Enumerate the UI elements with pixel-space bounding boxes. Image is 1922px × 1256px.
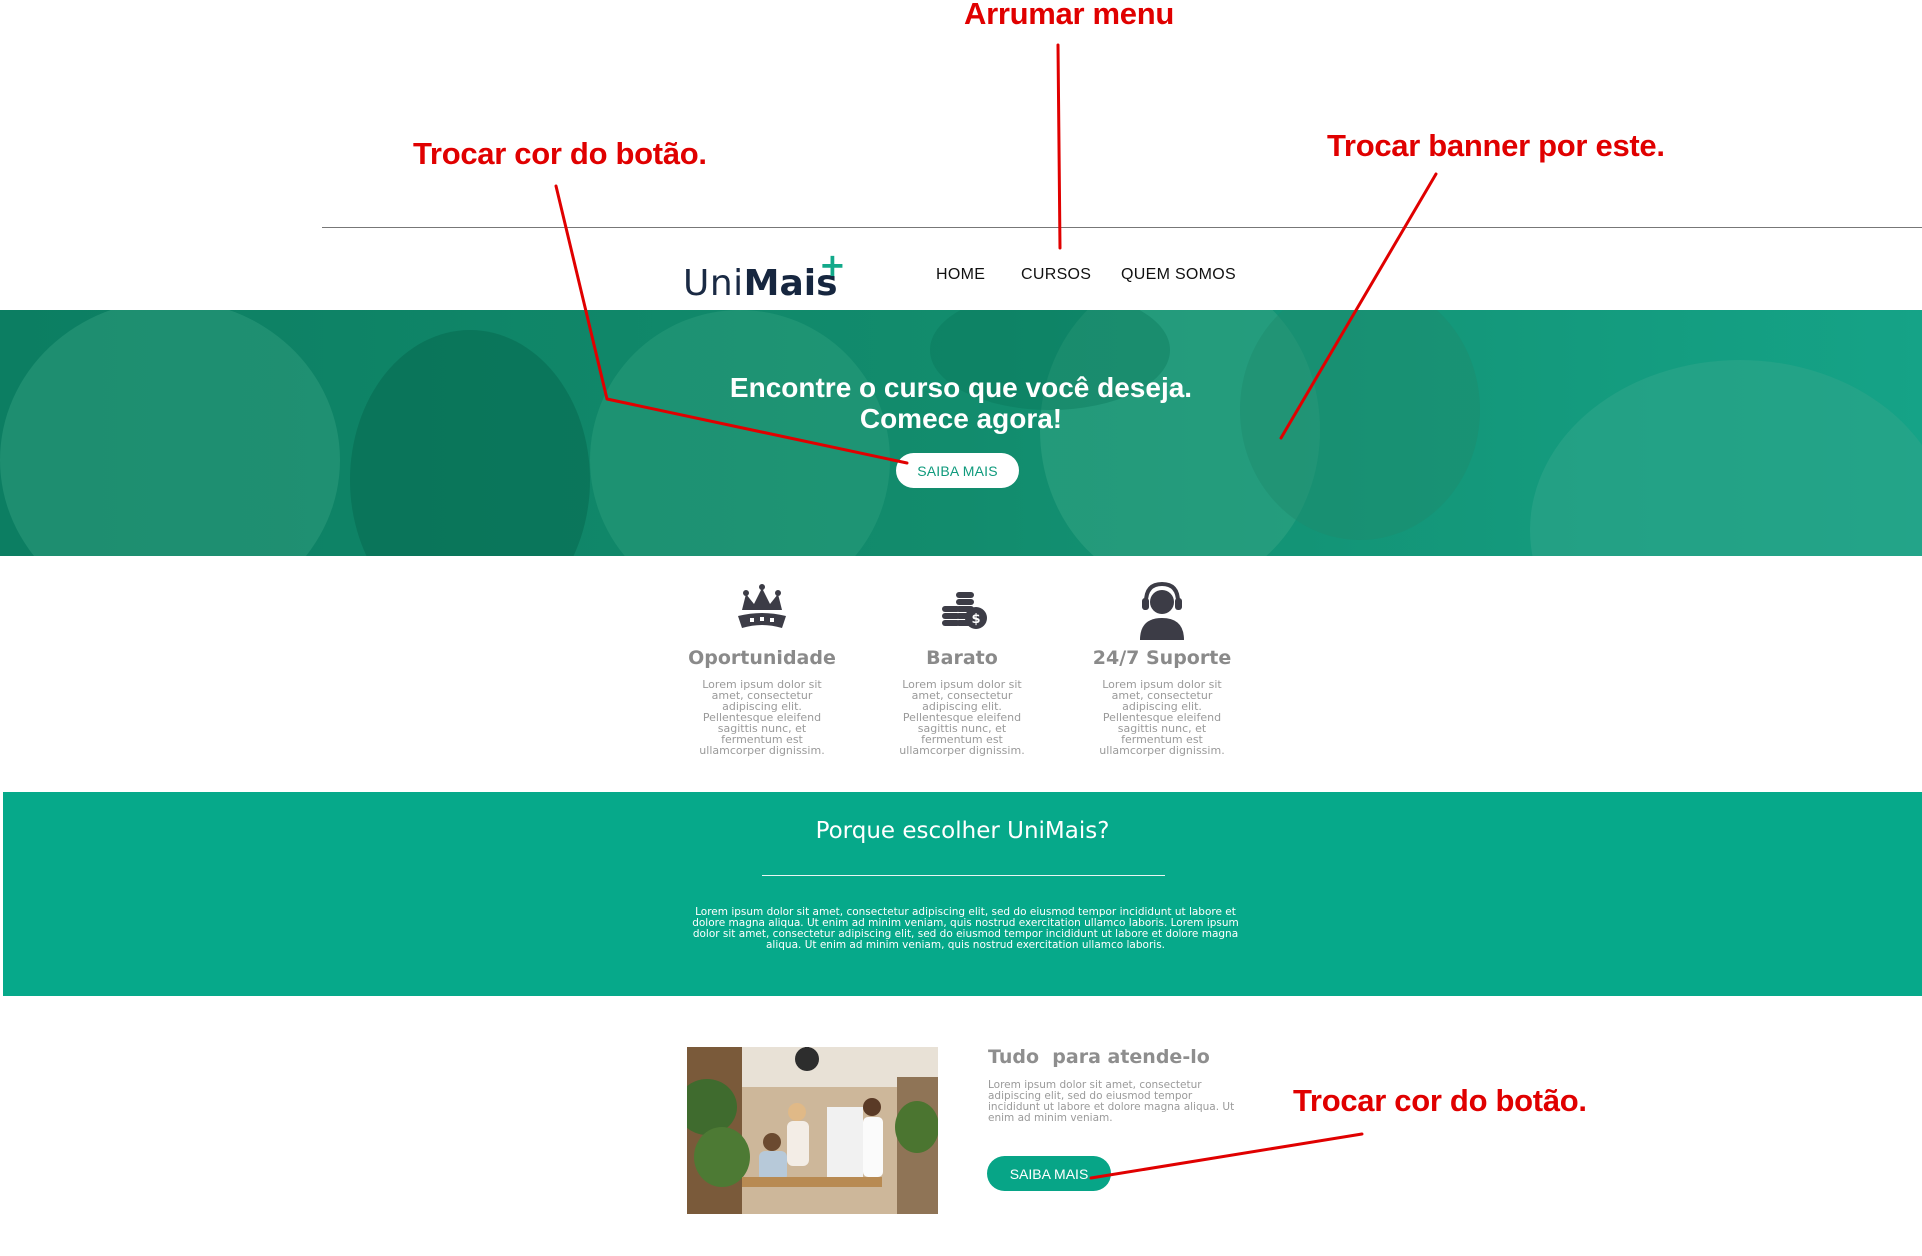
hero-title-line2: Comece agora! xyxy=(859,403,1063,434)
logo-plus-icon: + xyxy=(819,246,846,284)
feature-title: Barato xyxy=(926,647,998,669)
unimais-logo[interactable]: Uni Mais + xyxy=(683,246,846,304)
feature-barato: $ Barato Lorem ipsum dolor sit amet, con… xyxy=(882,580,1042,756)
feature-suporte: 24/7 Suporte Lorem ipsum dolor sit amet,… xyxy=(1082,580,1242,756)
annotation-change-banner: Trocar banner por este. xyxy=(1327,128,1665,163)
why-divider xyxy=(762,875,1165,876)
feature-oportunidade: Oportunidade Lorem ipsum dolor sit amet,… xyxy=(682,580,842,756)
svg-text:$: $ xyxy=(971,612,980,627)
hero-title: Encontre o curso que você deseja. Comece… xyxy=(0,372,1922,434)
nav-quem-somos[interactable]: QUEM SOMOS xyxy=(1121,266,1236,284)
annotation-fix-menu: Arrumar menu xyxy=(964,0,1175,31)
hero-saiba-mais-button[interactable]: SAIBA MAIS xyxy=(896,453,1019,488)
feature-text: Lorem ipsum dolor sit amet, consectetur … xyxy=(699,678,825,757)
arrow-button-color-bottom xyxy=(1089,1132,1364,1180)
feature-text: Lorem ipsum dolor sit amet, consectetur … xyxy=(899,678,1025,757)
feature-text: Lorem ipsum dolor sit amet, consectetur … xyxy=(1099,678,1225,757)
feature-title: 24/7 Suporte xyxy=(1092,647,1232,669)
office-photo xyxy=(687,1047,938,1214)
nav-cursos[interactable]: CURSOS xyxy=(1021,266,1091,284)
feature-title: Oportunidade xyxy=(688,647,836,669)
bottom-title: Tudo para atende-lo xyxy=(988,1046,1210,1068)
bottom-saiba-mais-button[interactable]: SAIBA MAIS xyxy=(987,1156,1111,1191)
nav-home[interactable]: HOME xyxy=(936,266,985,284)
annotation-button-color-bottom: Trocar cor do botão. xyxy=(1293,1083,1587,1118)
why-title: Porque escolher UniMais? xyxy=(815,818,1110,844)
hero-title-line1: Encontre o curso que você deseja. xyxy=(729,372,1193,403)
why-text: Lorem ipsum dolor sit amet, consectetur … xyxy=(692,906,1239,951)
office-photo-image xyxy=(687,1047,938,1214)
annotation-button-color-top: Trocar cor do botão. xyxy=(413,136,707,171)
header-divider xyxy=(322,227,1922,228)
logo-text-light: Uni xyxy=(683,263,744,304)
arrow-fix-menu xyxy=(1056,43,1062,250)
coins-icon: $ xyxy=(942,592,987,629)
headset-icon xyxy=(1140,581,1184,640)
bottom-text: Lorem ipsum dolor sit amet, consectetur … xyxy=(988,1079,1235,1124)
why-section: Porque escolher UniMais? Lorem ipsum dol… xyxy=(3,792,1922,996)
crown-icon xyxy=(738,584,786,628)
